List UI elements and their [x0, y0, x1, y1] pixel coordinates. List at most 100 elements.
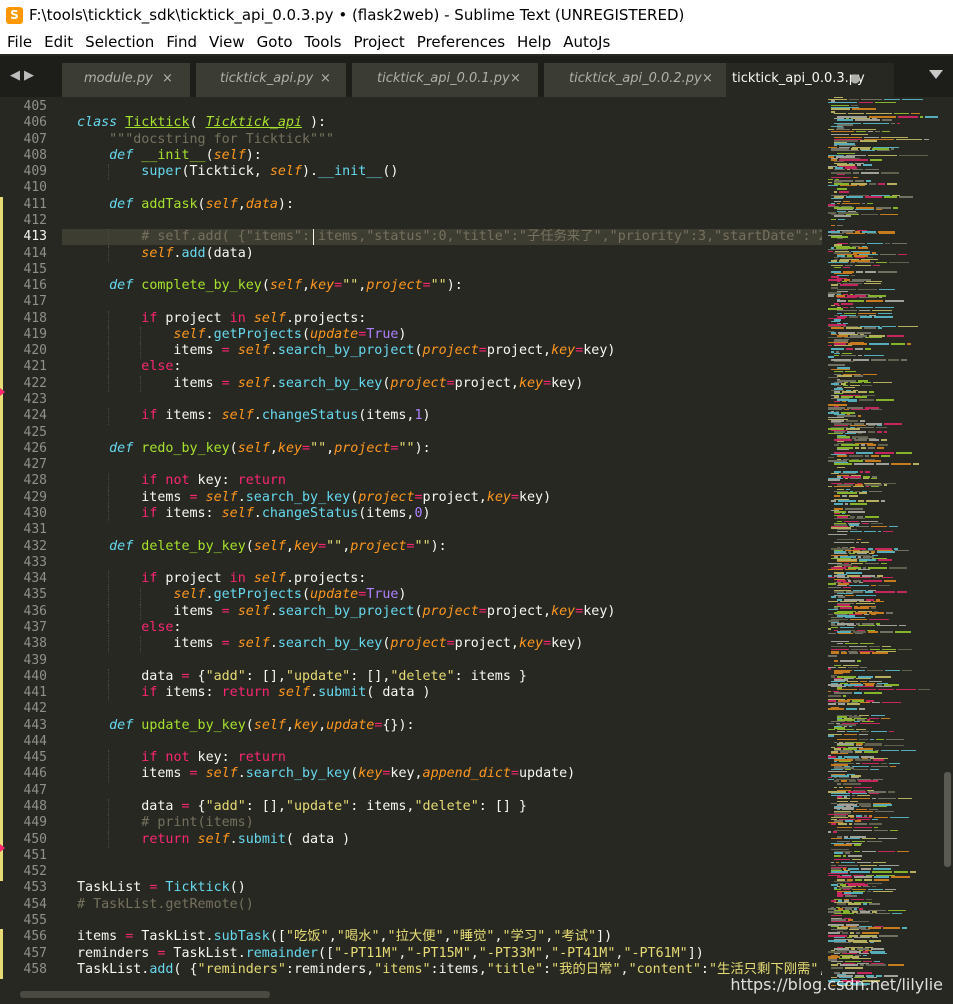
horizontal-scroll-thumb[interactable]	[20, 991, 270, 998]
tab-label: ticktick_api_0.0.2.py	[569, 71, 702, 86]
menu-help[interactable]: Help	[511, 33, 557, 51]
minimap-code-segment	[878, 530, 881, 532]
minimap-code-segment	[834, 660, 838, 662]
code-line: def delete_by_key(self,key="",project=""…	[109, 538, 447, 554]
indent-guide	[108, 164, 110, 181]
minimap-code-segment	[874, 826, 878, 828]
tab-label: ticktick_api_0.0.3.py	[732, 71, 865, 86]
menu-goto[interactable]: Goto	[251, 33, 299, 51]
minimap-code-segment	[864, 879, 872, 881]
minimap-code-segment	[895, 549, 909, 552]
minimap-code-segment	[851, 274, 855, 276]
minimap-code-segment	[860, 642, 874, 644]
code-line: super(Ticktick, self).__init__()	[141, 164, 399, 180]
tab-dirty-indicator-icon[interactable]: ●	[850, 71, 860, 85]
minimap-code-segment	[839, 957, 850, 960]
minimap-code-segment	[842, 932, 848, 934]
menu-file[interactable]: File	[0, 33, 38, 51]
code-editor[interactable]: 405 406 407 408 409 410 411 412 413 414 415 416 417 4…	[0, 97, 953, 987]
minimap-code-segment	[840, 964, 858, 966]
minimap-code-segment	[846, 233, 865, 235]
minimap-code-segment	[889, 525, 898, 528]
minimap-code-segment	[891, 148, 894, 150]
code-line: def complete_by_key(self,key="",project=…	[109, 278, 463, 294]
minimap-code-segment	[881, 762, 887, 764]
minimap-code-segment	[855, 265, 871, 267]
minimap-code-segment	[860, 722, 880, 724]
minimap-code-segment	[867, 202, 873, 204]
watermark: https://blog.csdn.net/lilylie	[730, 975, 943, 994]
code-line: def __init__(self):	[109, 147, 262, 163]
minimap-code-segment	[864, 745, 882, 747]
minimap-code-segment	[878, 271, 897, 273]
minimap-code-segment	[887, 335, 904, 337]
minimap-code-segment	[867, 669, 883, 672]
tab-close-icon[interactable]: ×	[162, 71, 173, 86]
minimap-code-segment	[852, 797, 870, 800]
modified-line-marker	[0, 603, 3, 621]
menu-autojs[interactable]: AutoJs	[557, 33, 616, 51]
tab-close-icon[interactable]: ×	[702, 71, 713, 86]
minimap-code-segment	[910, 871, 916, 873]
minimap-code-segment	[881, 749, 899, 752]
minimap-code-segment	[879, 297, 882, 299]
minimap-code-segment	[876, 685, 892, 688]
minimap-code-segment	[858, 885, 861, 888]
modified-line-marker	[0, 506, 3, 524]
menu-view[interactable]: View	[203, 33, 251, 51]
code-line: items = self.search_by_key(key=key,appen…	[77, 766, 576, 782]
minimap[interactable]	[824, 97, 942, 987]
minimap-code-segment	[849, 316, 858, 318]
minimap-code-segment	[853, 810, 873, 812]
vertical-scrollbar[interactable]	[942, 97, 953, 987]
line-number: 449	[23, 815, 47, 831]
menu-project[interactable]: Project	[347, 33, 410, 51]
minimap-code-segment	[854, 826, 872, 828]
tab-ticktick-api-0-0-1-py[interactable]: ticktick_api_0.0.1.py ×	[352, 63, 538, 97]
tab-ticktick-api-0-0-3-py[interactable]: ticktick_api_0.0.3.py ●	[726, 63, 894, 97]
code-line: items = self.search_by_key(project=proje…	[77, 375, 584, 391]
minimap-code-segment	[837, 237, 843, 240]
menu-find[interactable]: Find	[160, 33, 203, 51]
minimap-code-segment	[880, 253, 896, 256]
minimap-code-segment	[895, 631, 911, 633]
minimap-code-segment	[865, 196, 882, 198]
line-number-gutter[interactable]: 405 406 407 408 409 410 411 412 413 414 415 416 417 4…	[0, 97, 62, 987]
tab-ticktick-api-py[interactable]: ticktick_api.py ×	[196, 63, 346, 97]
minimap-code-segment	[834, 361, 854, 363]
minimap-code-segment	[849, 652, 858, 654]
minimap-code-segment	[831, 197, 843, 200]
indent-guide	[108, 668, 110, 686]
minimap-code-segment	[868, 631, 878, 633]
minimap-code-segment	[855, 209, 874, 211]
code-area[interactable]: class Ticktick( Ticktick_api ): """docst…	[77, 97, 822, 987]
minimap-code-segment	[828, 345, 832, 347]
vertical-scroll-thumb[interactable]	[944, 772, 951, 867]
tab-list-dropdown-icon[interactable]	[929, 70, 943, 79]
minimap-code-segment	[849, 585, 869, 587]
minimap-code-segment	[828, 628, 831, 630]
minimap-code-segment	[858, 415, 861, 417]
tab-scroll-arrows-icon[interactable]: ◀▶	[10, 68, 38, 83]
menu-preferences[interactable]: Preferences	[411, 33, 511, 51]
tab-ticktick-api-0-0-2-py[interactable]: ticktick_api_0.0.2.py ×	[544, 63, 730, 97]
minimap-code-segment	[837, 297, 857, 299]
line-number: 422	[23, 375, 47, 391]
minimap-code-segment	[861, 444, 865, 446]
tab-close-icon[interactable]: ×	[320, 71, 331, 86]
minimap-code-segment	[872, 652, 888, 654]
minimap-code-segment	[846, 708, 857, 710]
minimap-code-segment	[890, 765, 896, 768]
minimap-code-segment	[837, 455, 847, 457]
menu-edit[interactable]: Edit	[38, 33, 79, 51]
modified-line-marker	[0, 799, 3, 817]
tab-close-icon[interactable]: ×	[510, 71, 521, 86]
minimap-code-segment	[878, 183, 885, 185]
tab-module-py[interactable]: module.py ×	[62, 63, 190, 97]
minimap-code-segment	[881, 500, 885, 502]
menu-selection[interactable]: Selection	[79, 33, 160, 51]
minimap-code-segment	[828, 479, 840, 481]
menu-tools[interactable]: Tools	[299, 33, 348, 51]
modified-line-marker	[0, 408, 3, 426]
modified-line-marker	[0, 929, 3, 947]
